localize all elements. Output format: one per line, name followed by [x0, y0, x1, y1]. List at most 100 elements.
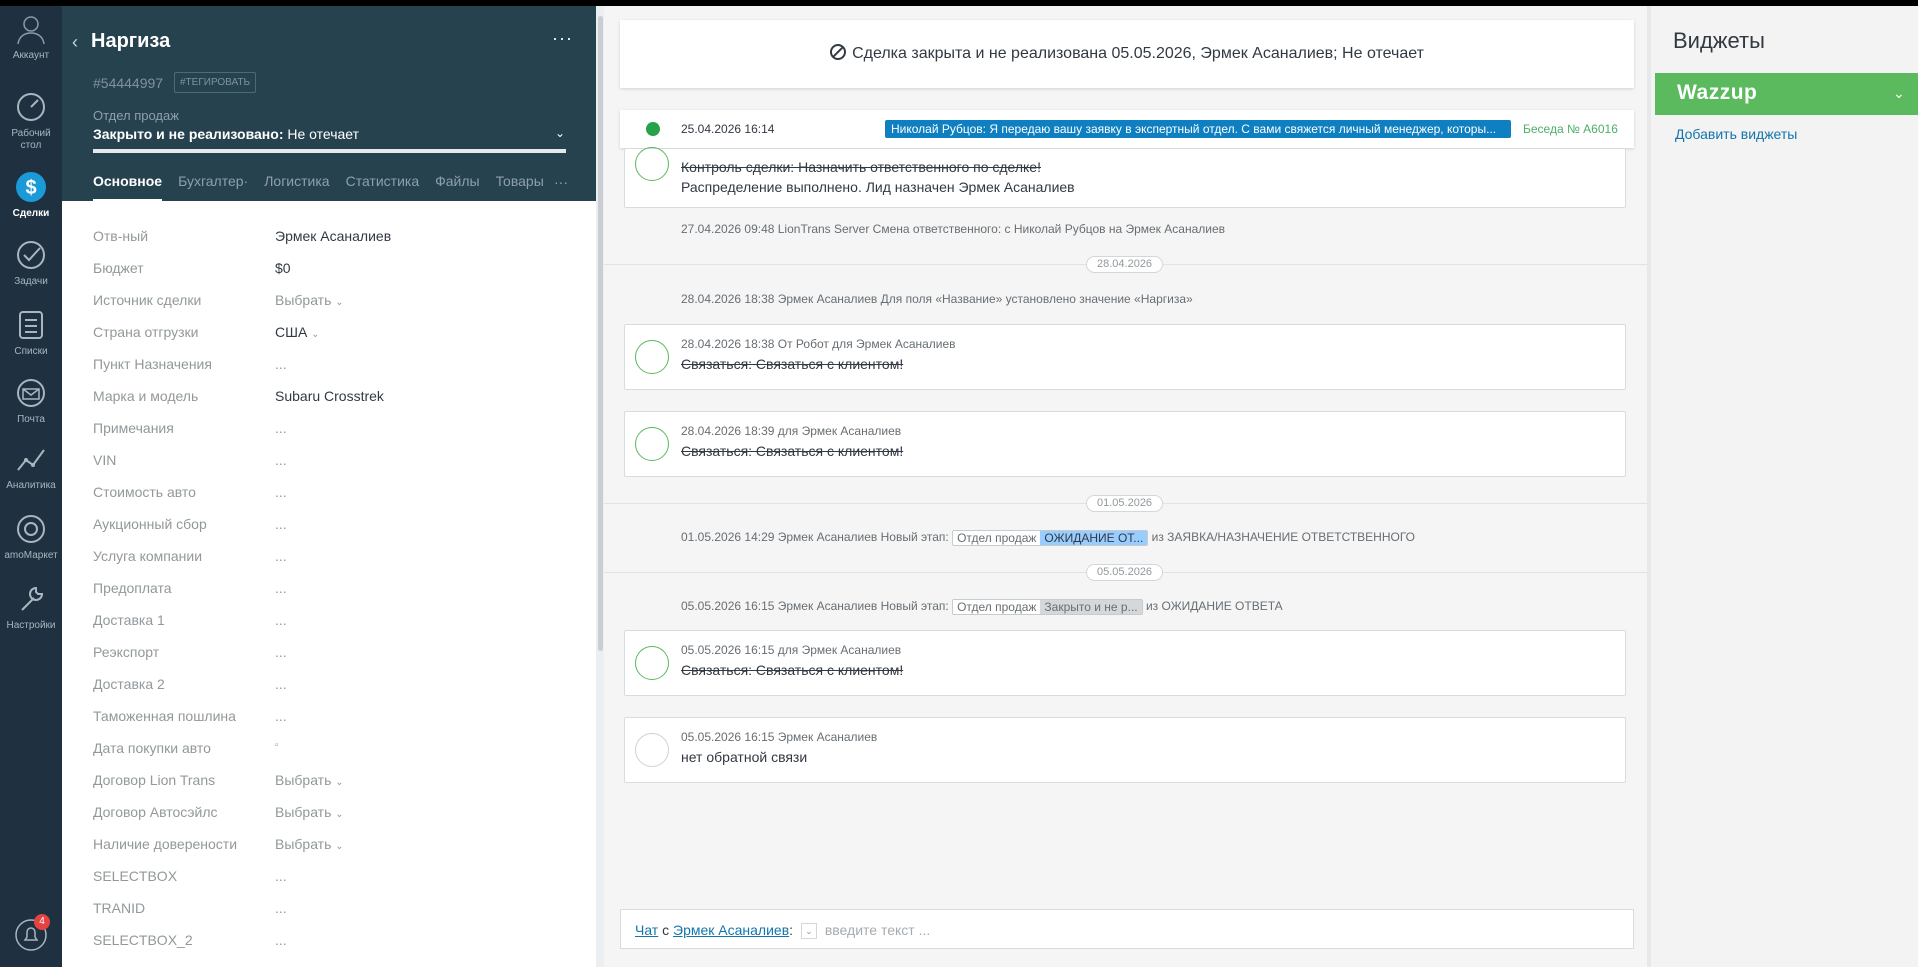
- field-budget[interactable]: Бюджет $0: [93, 258, 573, 290]
- field-value[interactable]: ...: [275, 900, 287, 916]
- task-text: Связаться: Связаться с клиентом!: [681, 443, 904, 459]
- deal-title[interactable]: Наргиза: [91, 30, 170, 53]
- note-document-icon: [635, 733, 669, 767]
- tab-accounting[interactable]: Бухгалтер·: [178, 173, 248, 201]
- field-company-service[interactable]: Услуга компании...: [93, 546, 573, 578]
- task-done-check-icon[interactable]: [635, 646, 669, 680]
- deal-fields: Отв-ный Эрмек Асаналиев Бюджет $0 Источник…: [93, 226, 573, 962]
- field-value[interactable]: ...: [275, 644, 287, 660]
- chat-input[interactable]: введите текст ...: [825, 922, 930, 938]
- field-value[interactable]: ...: [275, 420, 287, 436]
- field-value[interactable]: Эрмек Асаналиев: [275, 228, 391, 244]
- field-purchase-date[interactable]: Дата покупки авто ▫: [93, 738, 573, 770]
- field-select[interactable]: Выбрать ⌄: [275, 772, 344, 788]
- tab-files[interactable]: Файлы: [435, 173, 479, 201]
- field-prepayment[interactable]: Предоплата...: [93, 578, 573, 610]
- field-source[interactable]: Источник сделки Выбрать ⌄: [93, 290, 573, 322]
- field-select[interactable]: США ⌄: [275, 324, 320, 340]
- tab-statistics[interactable]: Статистика: [346, 173, 420, 201]
- task-done-check-icon[interactable]: [635, 147, 669, 181]
- field-auction-fee[interactable]: Аукционный сбор...: [93, 514, 573, 546]
- field-selectbox-2[interactable]: SELECTBOX_2...: [93, 930, 573, 962]
- field-value[interactable]: ...: [275, 612, 287, 628]
- card-more-menu-button[interactable]: ···: [552, 28, 573, 49]
- field-value[interactable]: ...: [275, 580, 287, 596]
- field-contract-autosales[interactable]: Договор Автосэйлс Выбрать ⌄: [93, 802, 573, 834]
- field-car-price[interactable]: Стоимость авто...: [93, 482, 573, 514]
- field-customs-duty[interactable]: Таможенная пошлина...: [93, 706, 573, 738]
- field-make-model[interactable]: Марка и модель Subaru Crosstrek: [93, 386, 573, 418]
- tab-main[interactable]: Основное: [93, 173, 163, 201]
- nav-tasks-label: Задачи: [14, 276, 48, 287]
- nav-dashboard[interactable]: Рабочий стол: [0, 90, 62, 152]
- tab-products[interactable]: Товары: [496, 173, 544, 201]
- add-widgets-link[interactable]: Добавить виджеты: [1675, 126, 1797, 142]
- field-power-of-attorney[interactable]: Наличие доверености Выбрать ⌄: [93, 834, 573, 866]
- field-select[interactable]: Выбрать ⌄: [275, 836, 344, 852]
- field-tranid[interactable]: TRANID...: [93, 898, 573, 930]
- field-destination[interactable]: Пункт Назначения...: [93, 354, 573, 386]
- tag-button[interactable]: #ТЕГИРОВАТЬ: [174, 72, 257, 93]
- pipeline-name[interactable]: Отдел продаж: [93, 108, 179, 123]
- field-shipping-country[interactable]: Страна отгрузки США ⌄: [93, 322, 573, 354]
- field-value[interactable]: ...: [275, 708, 287, 724]
- field-value[interactable]: ...: [275, 932, 287, 948]
- event-text: из ОЖИДАНИЕ ОТВЕТА: [1145, 599, 1283, 614]
- chat-with-text: с: [658, 922, 674, 938]
- field-value[interactable]: ...: [275, 484, 287, 500]
- task-result: Распределение выполнено. Лид назначен Эр…: [681, 179, 1075, 195]
- task-text: Связаться: Связаться с клиентом!: [681, 356, 904, 372]
- field-reexport[interactable]: Реэкспорт...: [93, 642, 573, 674]
- tab-logistics[interactable]: Логистика: [264, 173, 329, 201]
- field-select[interactable]: Выбрать ⌄: [275, 292, 344, 308]
- field-value[interactable]: Subaru Crosstrek: [275, 388, 384, 404]
- mail-icon: [17, 379, 45, 407]
- nav-analytics[interactable]: Аналитика: [0, 442, 62, 492]
- field-value[interactable]: ...: [275, 516, 287, 532]
- nav-account[interactable]: Аккаунт: [0, 12, 62, 62]
- tabs-more-button[interactable]: ···: [554, 174, 568, 190]
- field-delivery-2[interactable]: Доставка 2...: [93, 674, 573, 706]
- field-responsible[interactable]: Отв-ный Эрмек Асаналиев: [93, 226, 573, 258]
- nav-market[interactable]: amoМаркет: [0, 512, 62, 562]
- chat-prompt: Чат с Эрмек Асаналиев: ⌄ введите текст .…: [635, 922, 930, 940]
- field-value[interactable]: ...: [275, 676, 287, 692]
- chat-recipient-link[interactable]: Эрмек Асаналиев: [673, 922, 789, 938]
- pipeline-status[interactable]: Закрыто и не реализовано: Не отечает: [93, 126, 359, 142]
- nav-deals[interactable]: $ Сделки: [0, 170, 62, 220]
- chevron-down-icon[interactable]: ⌄: [800, 923, 817, 940]
- notifications-button[interactable]: 4: [0, 914, 62, 956]
- card-scrollbar[interactable]: [596, 6, 604, 967]
- wazzup-widget[interactable]: Wazzup ⌄: [1655, 73, 1918, 115]
- calendar-icon[interactable]: ▫: [275, 740, 279, 751]
- field-contract-lion-trans[interactable]: Договор Lion Trans Выбрать ⌄: [93, 770, 573, 802]
- task-done-check-icon[interactable]: [635, 427, 669, 461]
- nav-lists[interactable]: Списки: [0, 308, 62, 358]
- field-vin[interactable]: VIN...: [93, 450, 573, 482]
- field-label: Аукционный сбор: [93, 516, 207, 532]
- chevron-down-icon[interactable]: ⌄: [555, 126, 565, 140]
- field-selectbox[interactable]: SELECTBOX...: [93, 866, 573, 898]
- whatsapp-message-row[interactable]: 25.04.2026 16:14 Николай Рубцов: Я перед…: [620, 110, 1634, 148]
- left-navigation: Аккаунт Рабочий стол $ Сделки Задачи Спи…: [0, 6, 62, 967]
- nav-tasks[interactable]: Задачи: [0, 238, 62, 288]
- field-value[interactable]: ...: [275, 548, 287, 564]
- nav-settings[interactable]: Настройки: [0, 582, 62, 632]
- field-select[interactable]: Выбрать ⌄: [275, 804, 344, 820]
- chat-type-link[interactable]: Чат: [635, 922, 658, 938]
- nav-mail[interactable]: Почта: [0, 376, 62, 426]
- task-done-check-icon[interactable]: [635, 340, 669, 374]
- card-scrollbar-thumb[interactable]: [598, 16, 603, 651]
- checkmark-circle-icon: [17, 241, 45, 269]
- field-value[interactable]: ...: [275, 452, 287, 468]
- field-notes[interactable]: Примечания...: [93, 418, 573, 450]
- wazzup-logo: Wazzup: [1677, 81, 1758, 104]
- field-value[interactable]: ...: [275, 868, 287, 884]
- message-preview[interactable]: Николай Рубцов: Я передаю вашу заявку в …: [885, 120, 1511, 138]
- back-arrow-icon[interactable]: ‹: [72, 32, 78, 53]
- field-value[interactable]: ...: [275, 356, 287, 372]
- conversation-link[interactable]: Беседа № A6016: [1523, 122, 1618, 136]
- chevron-down-icon[interactable]: ⌄: [1893, 85, 1905, 102]
- field-delivery-1[interactable]: Доставка 1...: [93, 610, 573, 642]
- field-value[interactable]: $0: [275, 260, 291, 276]
